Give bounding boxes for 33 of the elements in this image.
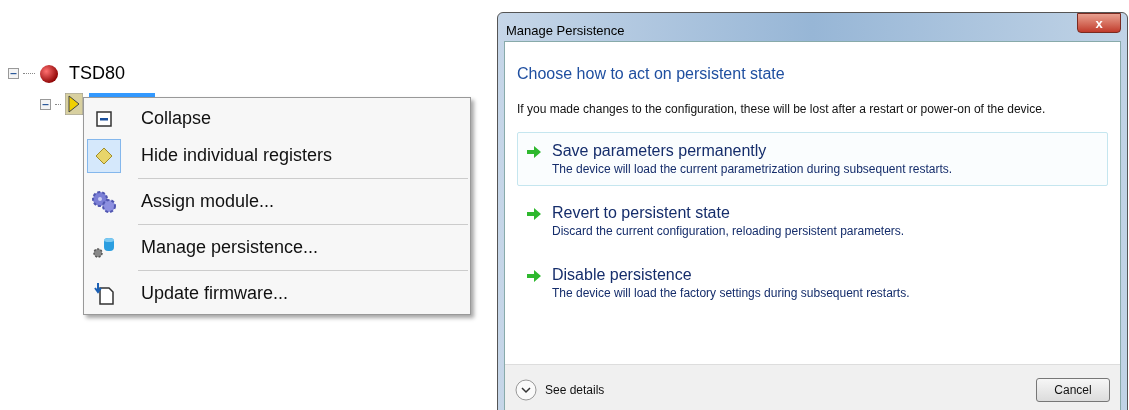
arrow-icon <box>526 145 542 159</box>
gears-icon <box>91 189 117 214</box>
menu-item[interactable]: Update firmware... <box>84 275 470 312</box>
command-link-description: Discard the current configuration, reloading persistent parameters. <box>552 223 905 239</box>
window-title: Manage Persistence <box>506 22 625 40</box>
menu-item[interactable]: Collapse <box>84 100 470 137</box>
document-arrow-icon <box>92 281 116 306</box>
command-link-description: The device will load the current parametrization during subsequent restarts. <box>552 161 953 177</box>
chevron-down-icon[interactable] <box>515 378 537 401</box>
dialog-message: If you made changes to the configuration, these will be lost after a restart or power-on of the device. <box>517 101 1047 118</box>
menu-item[interactable]: Assign module... <box>84 183 470 220</box>
collapse-toggle-icon[interactable] <box>40 98 51 110</box>
command-link-title: Disable persistence <box>552 265 693 285</box>
collapse-icon <box>95 109 113 128</box>
tree-item-label[interactable]: TSD80 <box>69 60 126 87</box>
command-link[interactable]: Disable persistence The device will load the factory settings during subsequent restarts. <box>517 256 1108 310</box>
diamond-icon <box>94 145 114 166</box>
arrow-icon <box>526 269 542 283</box>
menu-item[interactable]: Manage persistence... <box>84 229 470 266</box>
command-link[interactable]: Revert to persistent state Discard the current configuration, reloading persistent parameters. <box>517 194 1108 248</box>
command-link-description: The device will load the factory settings during subsequent restarts. <box>552 285 910 301</box>
arrow-icon <box>526 207 542 221</box>
command-link-title: Revert to persistent state <box>552 203 731 223</box>
dialog-heading: Choose how to act on persistent state <box>517 64 786 84</box>
close-button[interactable]: x <box>1077 13 1121 33</box>
cancel-button[interactable]: Cancel <box>1036 377 1110 402</box>
collapse-toggle-icon[interactable] <box>8 68 19 79</box>
gear-database-icon <box>92 235 116 260</box>
command-link-title: Save parameters permanently <box>552 141 768 161</box>
command-link[interactable]: Save parameters permanently The device will load the current parametrization during subsequent restarts. <box>517 132 1108 186</box>
menu-item[interactable]: Hide individual registers <box>84 137 470 174</box>
sphere-icon <box>39 63 59 84</box>
details-link[interactable]: See details <box>545 380 605 399</box>
